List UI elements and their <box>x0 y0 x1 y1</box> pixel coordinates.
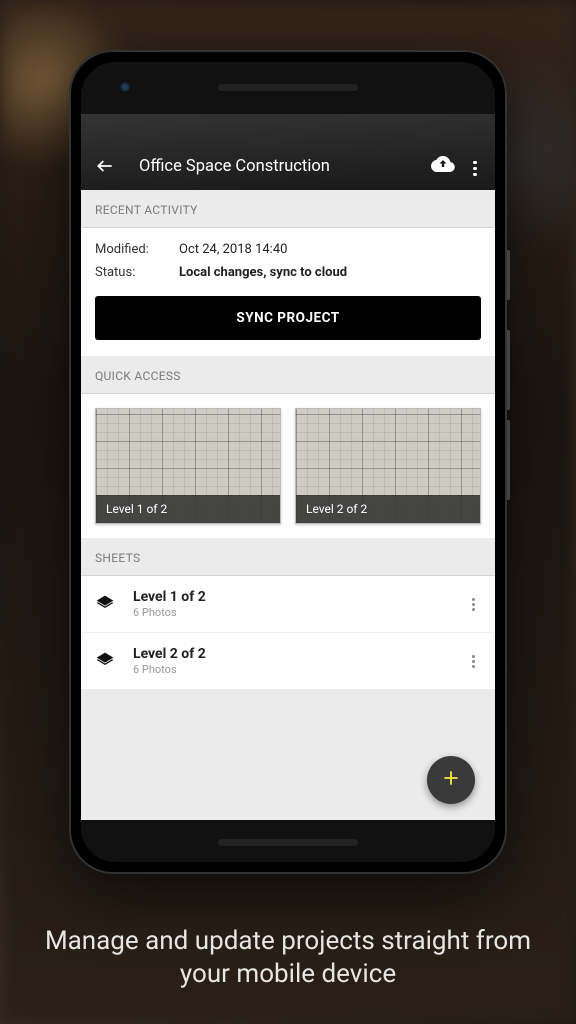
content-filler <box>81 689 495 820</box>
quick-access-tile[interactable]: Level 1 of 2 <box>95 408 281 524</box>
sheet-row[interactable]: Level 2 of 2 6 Photos <box>81 633 495 689</box>
plus-icon <box>441 768 461 792</box>
status-value: Local changes, sync to cloud <box>179 265 347 280</box>
status-label: Status: <box>95 265 179 280</box>
phone-speaker <box>218 839 358 846</box>
sheets-header: SHEETS <box>81 538 495 576</box>
phone-side-button <box>507 420 510 500</box>
sheet-subtitle: 6 Photos <box>133 606 466 619</box>
sheet-more-icon[interactable] <box>466 592 481 617</box>
modified-value: Oct 24, 2018 14:40 <box>179 242 287 257</box>
sheet-title: Level 2 of 2 <box>133 646 466 662</box>
layers-icon <box>95 594 115 614</box>
sheet-more-icon[interactable] <box>466 649 481 674</box>
phone-side-button <box>507 330 510 410</box>
app-bar: Office Space Construction <box>81 114 495 190</box>
sheet-subtitle: 6 Photos <box>133 663 466 676</box>
more-options-icon[interactable] <box>469 161 481 177</box>
back-button[interactable] <box>95 156 115 176</box>
recent-activity-section: Modified: Oct 24, 2018 14:40 Status: Loc… <box>81 228 495 356</box>
tile-label: Level 1 of 2 <box>96 495 280 523</box>
sheet-row[interactable]: Level 1 of 2 6 Photos <box>81 576 495 633</box>
phone-camera <box>119 81 131 93</box>
quick-access-header: QUICK ACCESS <box>81 356 495 394</box>
tile-label: Level 2 of 2 <box>296 495 480 523</box>
promo-tagline: Manage and update projects straight from… <box>0 925 576 990</box>
sheets-section: Level 1 of 2 6 Photos Level 2 of 2 <box>81 576 495 689</box>
quick-access-section: Level 1 of 2 Level 2 of 2 <box>81 394 495 538</box>
app-screen: Office Space Construction RECENT ACTIVIT… <box>81 114 495 820</box>
layers-icon <box>95 651 115 671</box>
phone-speaker <box>218 84 358 91</box>
phone-frame: Office Space Construction RECENT ACTIVIT… <box>69 50 507 874</box>
quick-access-tile[interactable]: Level 2 of 2 <box>295 408 481 524</box>
recent-activity-header: RECENT ACTIVITY <box>81 190 495 228</box>
add-fab-button[interactable] <box>427 756 475 804</box>
cloud-upload-icon[interactable] <box>431 152 455 176</box>
phone-side-button <box>507 250 510 300</box>
sync-project-button[interactable]: SYNC PROJECT <box>95 296 481 340</box>
page-title: Office Space Construction <box>139 157 431 176</box>
modified-label: Modified: <box>95 242 179 257</box>
sheet-title: Level 1 of 2 <box>133 589 466 605</box>
